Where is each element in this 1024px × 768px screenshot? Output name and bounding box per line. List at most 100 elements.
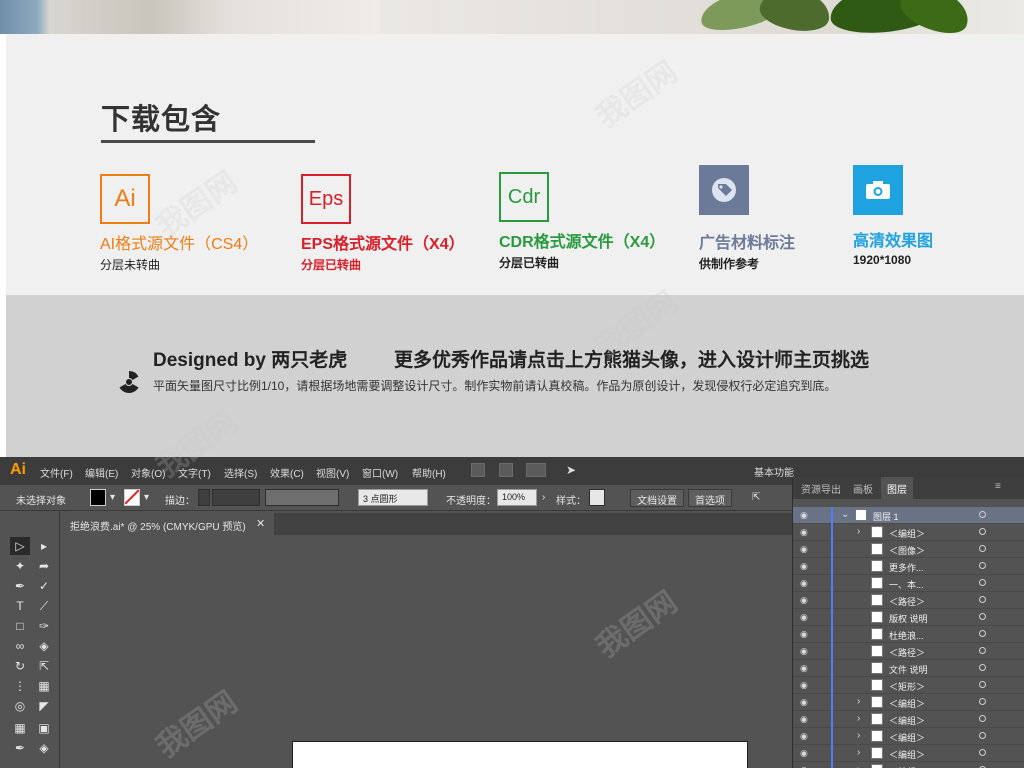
fill-swatch[interactable] [90, 489, 106, 506]
direct-selection-tool-icon[interactable]: ▸ [34, 537, 54, 555]
target-icon[interactable] [979, 732, 986, 739]
mesh-tool-icon[interactable]: ▦ [10, 719, 30, 737]
chevron-right-icon[interactable]: › [857, 696, 860, 707]
layer-row[interactable]: ◉ ＜路径＞ [793, 592, 1024, 609]
document-tab[interactable]: 拒绝浪费.ai* @ 25% (CMYK/GPU 预览) ✕ [64, 513, 274, 535]
visibility-eye-icon[interactable]: ◉ [800, 527, 808, 538]
stock-icon[interactable] [499, 463, 513, 477]
stroke-weight-stepper[interactable] [198, 489, 210, 506]
layer-row[interactable]: ◉ › ＜编组＞ [793, 694, 1024, 711]
layer-row[interactable]: ◉ › ＜编组＞ [793, 745, 1024, 762]
layer-row[interactable]: ◉ 一、本... [793, 575, 1024, 592]
chevron-down-icon[interactable]: ▾ [110, 492, 115, 503]
target-icon[interactable] [979, 681, 986, 688]
visibility-eye-icon[interactable]: ◉ [800, 646, 808, 657]
line-tool-icon[interactable]: ⟋ [34, 597, 54, 615]
target-icon[interactable] [979, 545, 986, 552]
menu-file[interactable]: 文件(F) [40, 465, 73, 480]
panel-menu-icon[interactable]: ≡ [995, 481, 1001, 492]
layer-row[interactable]: ◉ › ＜编组＞ [793, 728, 1024, 745]
chevron-right-icon[interactable]: › [857, 747, 860, 758]
layer-row[interactable]: ◉ ＜矩形＞ [793, 677, 1024, 694]
brush-definition[interactable]: 3 点圆形 [358, 489, 428, 506]
lasso-icon[interactable]: ➦ [34, 557, 54, 575]
menu-view[interactable]: 视图(V) [316, 465, 349, 480]
layer-row[interactable]: ◉ › ＜编组＞ [793, 524, 1024, 541]
visibility-eye-icon[interactable]: ◉ [800, 629, 808, 640]
visibility-eye-icon[interactable]: ◉ [800, 697, 808, 708]
target-icon[interactable] [979, 562, 986, 569]
menu-select[interactable]: 选择(S) [224, 465, 257, 480]
gpu-icon[interactable]: ➤ [566, 463, 580, 477]
visibility-eye-icon[interactable]: ◉ [800, 578, 808, 589]
menu-type[interactable]: 文字(T) [178, 465, 211, 480]
layer-row[interactable]: ◉ ＜图像＞ [793, 541, 1024, 558]
stroke-swatch[interactable] [124, 489, 140, 506]
layer-row-top[interactable]: ◉ ⌄ 图层 1 [793, 507, 1024, 524]
chevron-right-icon[interactable]: › [857, 730, 860, 741]
chevron-down-icon[interactable]: ▾ [144, 492, 149, 503]
shape-builder-icon[interactable]: ◎ [10, 697, 30, 715]
scale-tool-icon[interactable]: ⇱ [34, 657, 54, 675]
close-icon[interactable]: ✕ [256, 517, 265, 530]
magic-wand-icon[interactable]: ✦ [10, 557, 30, 575]
target-icon[interactable] [979, 698, 986, 705]
target-icon[interactable] [979, 579, 986, 586]
arrange-icon[interactable] [526, 463, 546, 477]
eyedropper-tool-icon[interactable]: ✒ [10, 739, 30, 757]
eraser-tool-icon[interactable]: ◈ [34, 637, 54, 655]
target-icon[interactable] [979, 749, 986, 756]
graphic-style-swatch[interactable] [589, 489, 605, 506]
visibility-eye-icon[interactable]: ◉ [800, 510, 808, 521]
rotate-tool-icon[interactable]: ↻ [10, 657, 30, 675]
selection-tool-icon[interactable]: ▷ [10, 537, 30, 555]
canvas[interactable] [64, 535, 792, 768]
artboard[interactable] [292, 741, 748, 768]
layer-row[interactable]: ◉ 文件 说明 [793, 660, 1024, 677]
variable-width-profile[interactable] [265, 489, 339, 506]
layer-row[interactable]: ◉ 杜绝浪... [793, 626, 1024, 643]
layer-row[interactable]: ◉ 更多作... [793, 558, 1024, 575]
tab-artboards[interactable]: 画板 [853, 481, 873, 496]
bridge-icon[interactable] [471, 463, 485, 477]
target-icon[interactable] [979, 511, 986, 518]
target-icon[interactable] [979, 647, 986, 654]
target-icon[interactable] [979, 715, 986, 722]
opacity-input[interactable]: 100% [497, 489, 537, 506]
chevron-right-icon[interactable]: › [857, 526, 860, 537]
arrange-icon[interactable]: ⇱ [752, 492, 760, 503]
visibility-eye-icon[interactable]: ◉ [800, 595, 808, 606]
tab-layers[interactable]: 图层 [881, 477, 913, 499]
target-icon[interactable] [979, 630, 986, 637]
chevron-right-icon[interactable]: › [542, 492, 545, 503]
chevron-right-icon[interactable]: › [857, 713, 860, 724]
curvature-tool-icon[interactable]: ✓ [34, 577, 54, 595]
visibility-eye-icon[interactable]: ◉ [800, 663, 808, 674]
target-icon[interactable] [979, 613, 986, 620]
visibility-eye-icon[interactable]: ◉ [800, 680, 808, 691]
visibility-eye-icon[interactable]: ◉ [800, 714, 808, 725]
workspace-switcher[interactable]: 基本功能 [754, 464, 794, 479]
target-icon[interactable] [979, 528, 986, 535]
menu-edit[interactable]: 编辑(E) [85, 465, 118, 480]
shaper-tool-icon[interactable]: ∞ [10, 637, 30, 655]
pen-tool-icon[interactable]: ✒ [10, 577, 30, 595]
visibility-eye-icon[interactable]: ◉ [800, 544, 808, 555]
free-transform-tool-icon[interactable]: ▦ [34, 677, 54, 695]
menu-object[interactable]: 对象(O) [131, 465, 165, 480]
menu-help[interactable]: 帮助(H) [412, 465, 446, 480]
paintbrush-tool-icon[interactable]: ✑ [34, 617, 54, 635]
stroke-weight-input[interactable] [212, 489, 260, 506]
visibility-eye-icon[interactable]: ◉ [800, 612, 808, 623]
preferences-button[interactable]: 首选项 [688, 489, 732, 507]
blend-tool-icon[interactable]: ◈ [34, 739, 54, 757]
chevron-right-icon[interactable]: › [857, 764, 860, 768]
gradient-tool-icon[interactable]: ▣ [34, 719, 54, 737]
type-tool-icon[interactable]: T [10, 597, 30, 615]
target-icon[interactable] [979, 596, 986, 603]
menu-effect[interactable]: 效果(C) [270, 465, 304, 480]
document-setup-button[interactable]: 文档设置 [630, 489, 684, 507]
layer-row[interactable]: ◉ ＜路径＞ [793, 643, 1024, 660]
visibility-eye-icon[interactable]: ◉ [800, 731, 808, 742]
visibility-eye-icon[interactable]: ◉ [800, 748, 808, 759]
